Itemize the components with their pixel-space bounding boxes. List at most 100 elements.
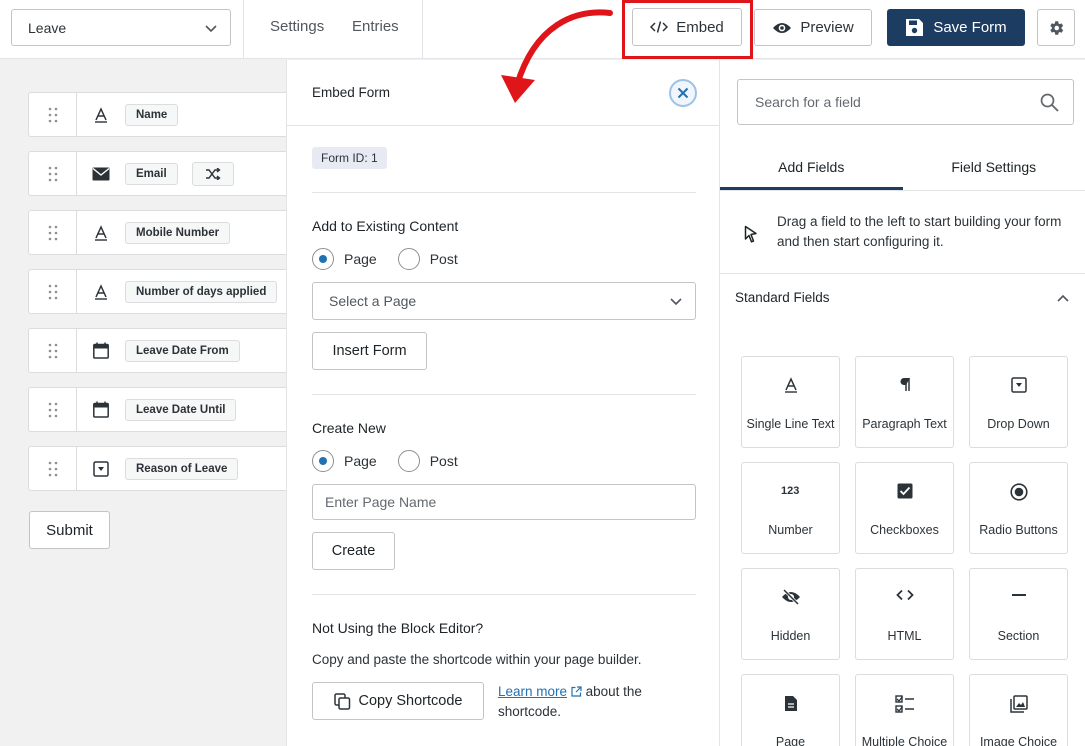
tab-field-settings[interactable]: Field Settings xyxy=(903,148,1085,190)
copy-icon xyxy=(333,692,350,710)
toolbar-divider xyxy=(243,0,244,59)
minus-icon xyxy=(970,589,1067,601)
settings-gear-button[interactable] xyxy=(1037,9,1075,46)
form-field-row[interactable]: Mobile Number xyxy=(28,210,293,255)
radio-label: Post xyxy=(429,453,458,469)
field-tile-number[interactable]: 123 Number xyxy=(741,462,840,554)
field-tile-checkboxes[interactable]: Checkboxes xyxy=(855,462,954,554)
create-new-title: Create New xyxy=(312,420,386,436)
embed-highlight-box xyxy=(622,0,753,59)
drag-handle-icon[interactable] xyxy=(29,211,77,254)
field-tile-multiple-choice[interactable]: Multiple Choice xyxy=(855,674,954,746)
form-field-row[interactable]: Name xyxy=(28,92,293,137)
shuffle-icon[interactable] xyxy=(191,161,234,186)
existing-content-radio-group: Page Post xyxy=(312,248,458,270)
drag-handle-icon[interactable] xyxy=(29,152,77,195)
field-tile-label: Hidden xyxy=(770,629,811,643)
embed-form-panel: Embed Form Form ID: 1 Add to Existing Co… xyxy=(286,60,720,746)
search-icon[interactable] xyxy=(1040,93,1059,112)
floppy-disk-icon xyxy=(906,19,924,36)
envelope-icon xyxy=(77,167,125,181)
settings-link[interactable]: Settings xyxy=(270,18,324,35)
page-name-input[interactable] xyxy=(312,484,696,520)
existing-post-radio[interactable] xyxy=(397,248,420,270)
section-divider xyxy=(312,192,696,193)
field-label: Mobile Number xyxy=(125,221,231,244)
calendar-icon xyxy=(77,342,125,359)
field-tile-label: Number xyxy=(768,523,813,537)
field-tile-section[interactable]: Section xyxy=(969,568,1068,660)
standard-fields-title: Standard Fields xyxy=(735,290,830,305)
svg-text:123: 123 xyxy=(781,485,799,497)
field-tile-image-choice[interactable]: Image Choice xyxy=(969,674,1068,746)
radio-label: Post xyxy=(429,251,458,267)
copy-shortcode-button[interactable]: Copy Shortcode xyxy=(312,682,484,720)
radio-label: Page xyxy=(344,453,377,469)
create-page-radio[interactable] xyxy=(312,450,334,472)
field-tile-page[interactable]: Page xyxy=(741,674,840,746)
form-field-row[interactable]: Leave Date From xyxy=(28,328,293,373)
select-page-value: Select a Page xyxy=(329,293,417,309)
paragraph-icon xyxy=(856,377,953,392)
standard-fields-header[interactable]: Standard Fields xyxy=(735,290,1070,305)
field-label: Leave Date From xyxy=(125,339,240,362)
save-form-button[interactable]: Save Form xyxy=(887,9,1025,46)
field-tile-single-line-text[interactable]: Single Line Text xyxy=(741,356,840,448)
field-search-input[interactable] xyxy=(755,94,1015,110)
field-tile-label: Page xyxy=(775,735,806,746)
image-icon xyxy=(970,695,1067,713)
form-selector[interactable]: Leave xyxy=(11,9,231,46)
tab-add-fields[interactable]: Add Fields xyxy=(720,148,903,190)
field-tile-paragraph-text[interactable]: Paragraph Text xyxy=(855,356,954,448)
chevron-down-icon xyxy=(205,24,217,32)
form-field-row[interactable]: Email xyxy=(28,151,293,196)
drag-handle-icon[interactable] xyxy=(29,329,77,372)
learn-more-link[interactable]: Learn more xyxy=(498,684,567,699)
text-icon xyxy=(742,377,839,393)
drag-handle-icon[interactable] xyxy=(29,270,77,313)
field-label: Name xyxy=(125,103,179,126)
preview-button[interactable]: Preview xyxy=(754,9,872,46)
select-page-dropdown[interactable]: Select a Page xyxy=(312,282,696,320)
field-label: Number of days applied xyxy=(125,280,278,303)
code-icon xyxy=(856,589,953,601)
field-tile-label: Radio Buttons xyxy=(979,523,1058,537)
save-form-label: Save Form xyxy=(933,19,1007,36)
field-tile-label: Drop Down xyxy=(987,417,1050,431)
drag-handle-icon[interactable] xyxy=(29,447,77,490)
drag-handle-icon[interactable] xyxy=(29,93,77,136)
external-link-icon xyxy=(571,686,582,697)
field-tile-label: Section xyxy=(997,629,1040,643)
drag-handle-icon[interactable] xyxy=(29,388,77,431)
insert-form-button[interactable]: Insert Form xyxy=(312,332,427,370)
section-divider xyxy=(312,594,696,595)
dropdown-icon xyxy=(77,460,125,477)
field-tile-hidden[interactable]: Hidden xyxy=(741,568,840,660)
form-field-row[interactable]: Reason of Leave xyxy=(28,446,293,491)
section-divider xyxy=(312,394,696,395)
form-selector-value: Leave xyxy=(28,19,67,36)
field-tile-html[interactable]: HTML xyxy=(855,568,954,660)
block-editor-title: Not Using the Block Editor? xyxy=(312,620,484,636)
eye-icon xyxy=(773,22,792,33)
copy-shortcode-label: Copy Shortcode xyxy=(358,693,463,709)
top-toolbar: Leave Settings Entries Embed Preview Sav… xyxy=(0,0,1085,59)
entries-link[interactable]: Entries xyxy=(352,18,399,35)
submit-button[interactable]: Submit xyxy=(29,511,110,549)
radio-icon xyxy=(970,483,1067,501)
text-icon xyxy=(77,224,125,241)
existing-page-radio[interactable] xyxy=(312,248,334,270)
preview-button-label: Preview xyxy=(800,19,854,36)
close-icon[interactable] xyxy=(669,79,697,107)
create-button[interactable]: Create xyxy=(312,532,395,570)
field-tile-radio-buttons[interactable]: Radio Buttons xyxy=(969,462,1068,554)
field-tile-label: Multiple Choice xyxy=(861,735,948,746)
number-icon: 123 xyxy=(742,483,839,497)
field-tile-drop-down[interactable]: Drop Down xyxy=(969,356,1068,448)
form-field-row[interactable]: Number of days applied xyxy=(28,269,293,314)
create-post-radio[interactable] xyxy=(397,450,420,472)
text-icon xyxy=(77,106,125,123)
chevron-down-icon xyxy=(670,298,682,306)
form-field-row[interactable]: Leave Date Until xyxy=(28,387,293,432)
field-search-box xyxy=(737,79,1074,125)
